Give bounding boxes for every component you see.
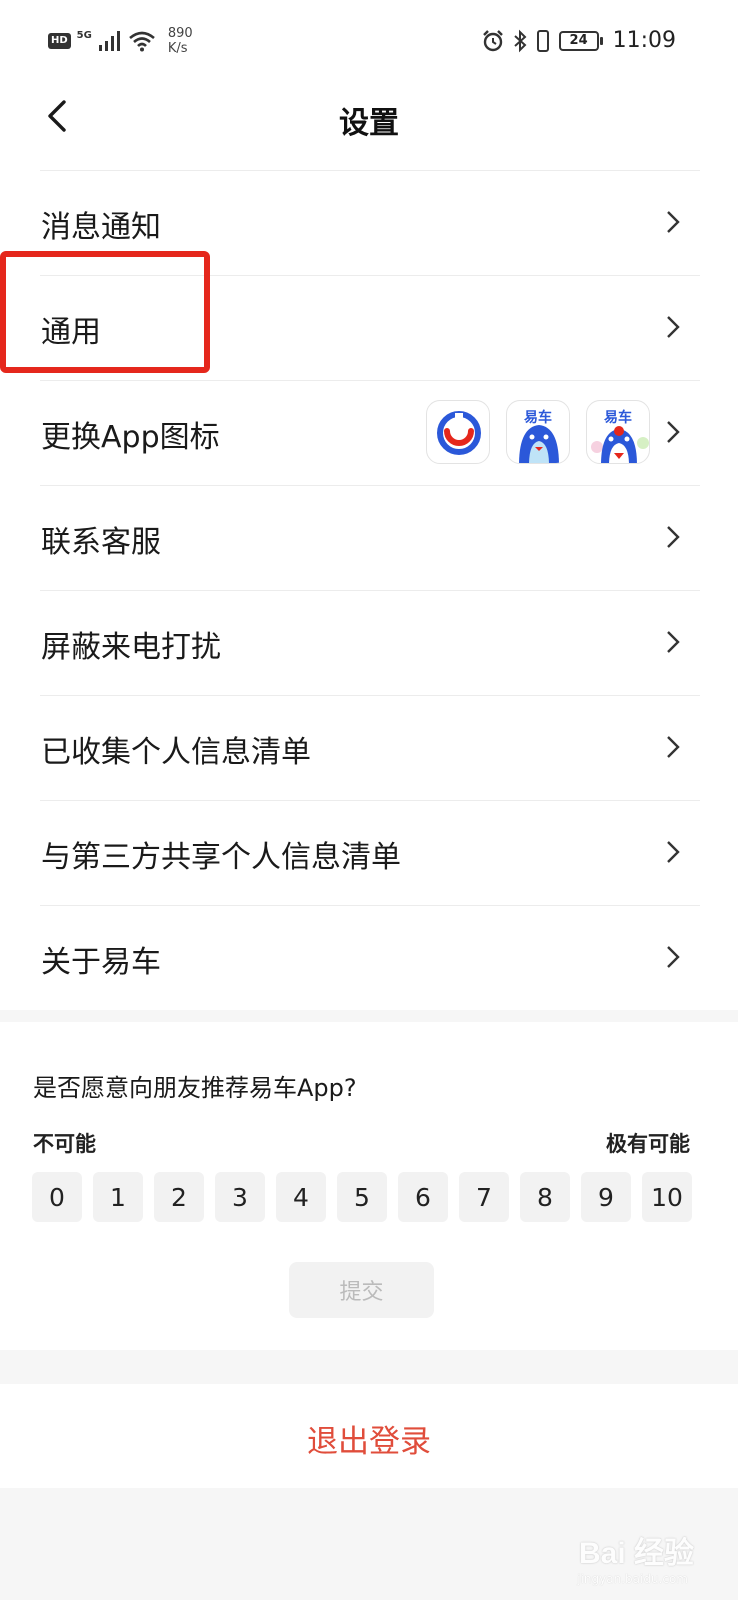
score-option[interactable]: 1: [93, 1172, 143, 1222]
recommend-survey: 是否愿意向朋友推荐易车App? 不可能 极有可能 0 1 2 3 4 5 6 7…: [0, 1022, 738, 1350]
watermark-url: jingyan.baidu.com: [577, 1572, 688, 1586]
settings-item-label: 与第三方共享个人信息清单: [41, 840, 401, 875]
baidu-watermark: Bai 经验 jingyan.baidu.com: [577, 1528, 694, 1586]
divider: [40, 590, 700, 591]
settings-item-label: 联系客服: [41, 525, 161, 560]
signal-icon: [98, 31, 120, 51]
divider: [40, 275, 700, 276]
score-option[interactable]: 4: [276, 1172, 326, 1222]
vibrate-icon: [536, 29, 549, 52]
survey-question: 是否愿意向朋友推荐易车App?: [33, 1074, 357, 1102]
divider: [40, 800, 700, 801]
app-icon-option-default[interactable]: [426, 400, 490, 464]
app-icon-brand-text: 易车: [524, 410, 552, 426]
settings-item-collected-info[interactable]: 已收集个人信息清单: [0, 695, 738, 800]
app-icon-options: 易车 易车: [426, 400, 650, 464]
speed-unit: K/s: [167, 41, 188, 56]
app-icon-option-shark[interactable]: 易车: [506, 400, 570, 464]
score-option[interactable]: 10: [642, 1172, 692, 1222]
settings-item-about[interactable]: 关于易车: [0, 905, 738, 1010]
score-option[interactable]: 9: [581, 1172, 631, 1222]
settings-item-label: 已收集个人信息清单: [41, 735, 311, 770]
logout-label: 退出登录: [307, 1424, 431, 1460]
bluetooth-icon: [513, 29, 527, 52]
settings-item-label: 消息通知: [41, 210, 161, 245]
network-speed: 890 K/s: [168, 26, 193, 56]
settings-item-label: 更换App图标: [41, 420, 220, 455]
score-option[interactable]: 5: [337, 1172, 387, 1222]
app-icon-option-festive[interactable]: 易车: [586, 400, 650, 464]
settings-list: 消息通知 通用 更换App图标 易车 易车 联系客服 屏蔽来电打扰 已收集个人信…: [0, 170, 738, 1010]
network-type: 5G: [76, 30, 92, 41]
chevron-right-icon: [667, 841, 680, 863]
battery-icon: 24: [558, 30, 603, 51]
submit-button[interactable]: 提交: [289, 1262, 434, 1318]
speed-value: 890: [167, 26, 193, 41]
watermark-text: Bai 经验: [578, 1537, 694, 1570]
divider: [40, 695, 700, 696]
score-option[interactable]: 6: [398, 1172, 448, 1222]
settings-item-general[interactable]: 通用: [0, 275, 738, 380]
settings-item-third-party-sharing[interactable]: 与第三方共享个人信息清单: [0, 800, 738, 905]
settings-item-customer-service[interactable]: 联系客服: [0, 485, 738, 590]
app-icon-brand-text: 易车: [604, 410, 632, 426]
settings-item-change-app-icon[interactable]: 更换App图标 易车 易车: [0, 380, 738, 485]
status-left: HD 5G 890 K/s: [48, 26, 193, 56]
brand-logo-icon: [437, 411, 481, 455]
scale-low-label: 不可能: [33, 1132, 96, 1156]
chevron-right-icon: [667, 421, 680, 443]
scale-high-label: 极有可能: [606, 1132, 690, 1156]
alarm-icon: [482, 29, 503, 51]
divider: [40, 170, 700, 171]
score-option[interactable]: 7: [459, 1172, 509, 1222]
score-options: 0 1 2 3 4 5 6 7 8 9 10: [32, 1172, 692, 1222]
clock: 11:09: [612, 28, 676, 53]
settings-item-notifications[interactable]: 消息通知: [0, 170, 738, 275]
status-right: 24 11:09: [481, 28, 676, 53]
logout-button[interactable]: 退出登录: [0, 1384, 738, 1488]
hd-badge: HD: [48, 33, 71, 49]
page-title: 设置: [339, 106, 399, 141]
chevron-right-icon: [667, 316, 680, 338]
battery-level: 24: [569, 33, 588, 48]
wifi-icon: [129, 31, 155, 52]
status-bar: HD 5G 890 K/s 24 11:09: [0, 0, 738, 84]
settings-item-label: 关于易车: [41, 945, 161, 980]
chevron-right-icon: [667, 736, 680, 758]
divider: [40, 485, 700, 486]
nav-header: 设置: [0, 84, 738, 170]
settings-item-block-calls[interactable]: 屏蔽来电打扰: [0, 590, 738, 695]
divider: [40, 380, 700, 381]
score-option[interactable]: 8: [520, 1172, 570, 1222]
settings-item-label: 通用: [41, 315, 101, 350]
chevron-right-icon: [667, 631, 680, 653]
chevron-right-icon: [667, 211, 680, 233]
chevron-right-icon: [667, 526, 680, 548]
score-option[interactable]: 2: [154, 1172, 204, 1222]
chevron-right-icon: [667, 946, 680, 968]
score-option[interactable]: 0: [32, 1172, 82, 1222]
divider: [40, 905, 700, 906]
settings-item-label: 屏蔽来电打扰: [41, 630, 221, 665]
score-option[interactable]: 3: [215, 1172, 265, 1222]
